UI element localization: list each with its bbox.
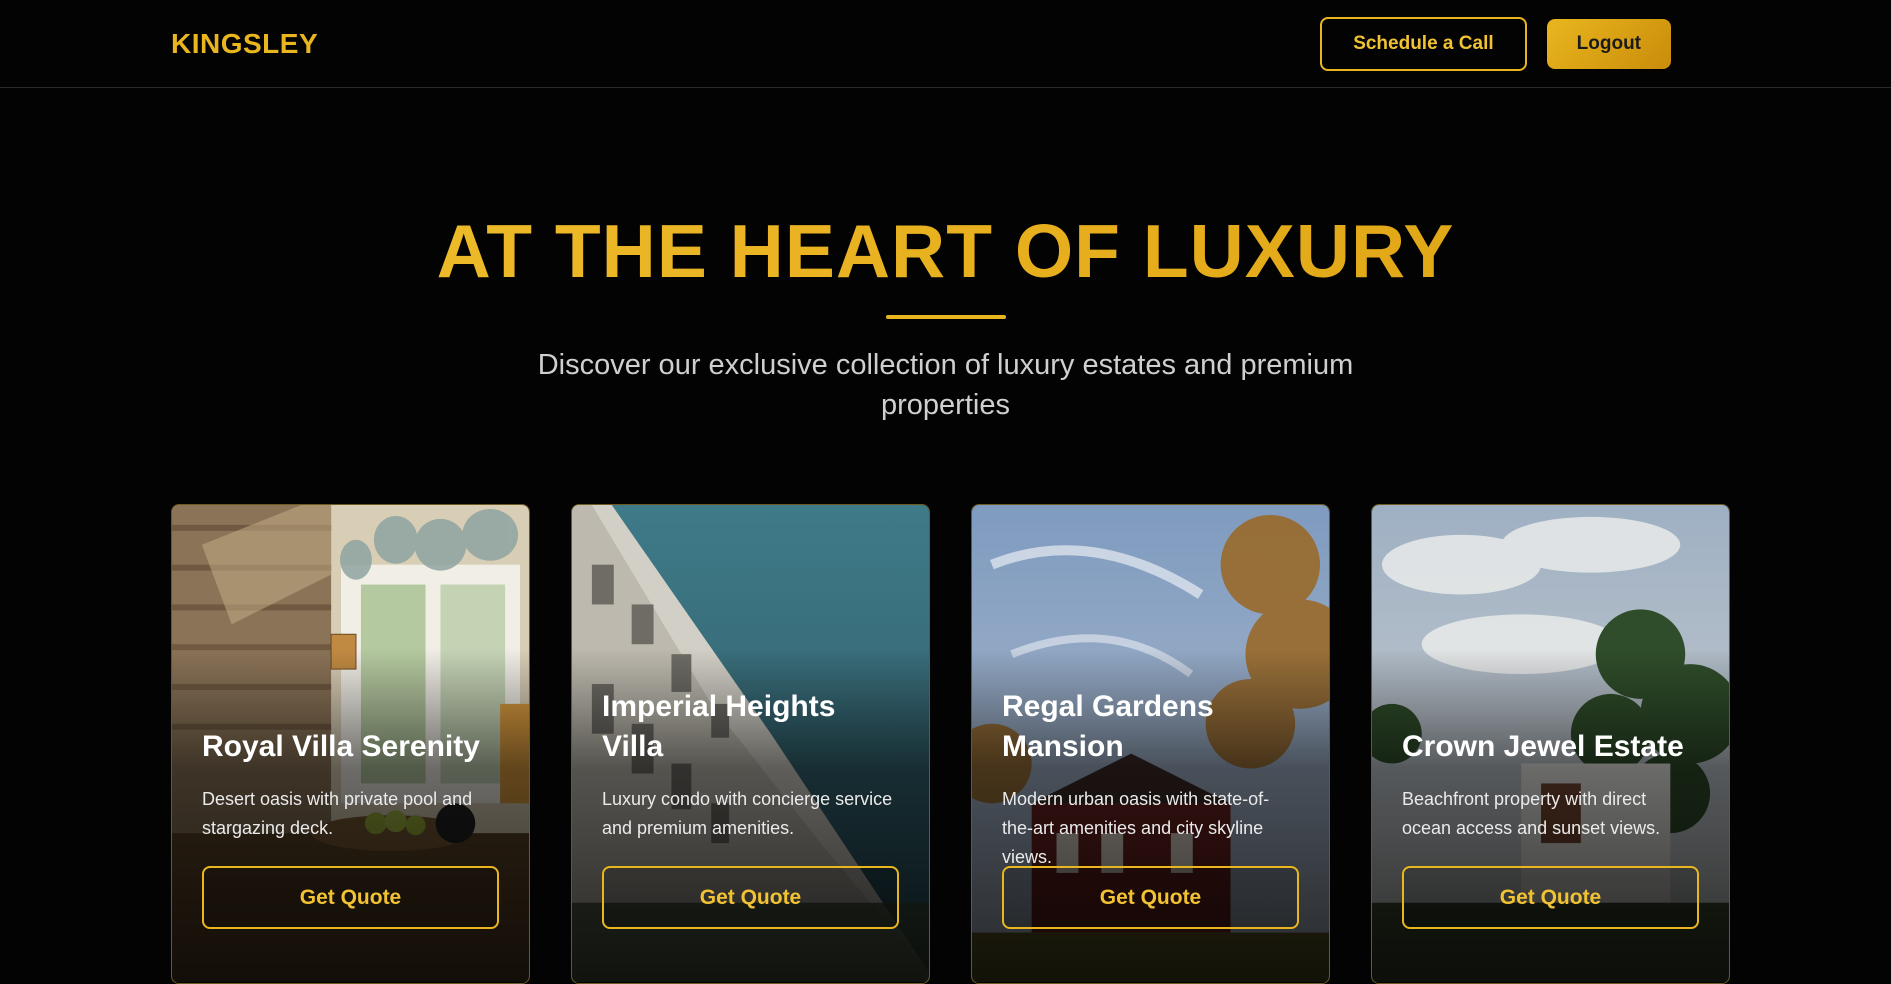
card-description: Luxury condo with concierge service and … [602,789,893,838]
card-description: Beachfront property with direct ocean ac… [1402,789,1661,838]
nav-actions: Schedule a Call Logout [1320,16,1671,71]
card-description: Desert oasis with private pool and starg… [202,789,473,838]
card-title: Crown Jewel Estate [1402,730,1684,763]
hero-title: AT THE HEART OF LUXURY [0,214,1891,289]
property-card: Crown Jewel Estate Beachfront property w… [1371,504,1730,984]
hero-section: AT THE HEART OF LUXURY Discover our excl… [0,88,1891,425]
card-title: Imperial Heights Villa [602,690,836,763]
card-description: Modern urban oasis with state-of-the-art… [1002,789,1270,867]
property-cards: Royal Villa Serenity Desert oasis with p… [171,504,1730,984]
hero-subtitle: Discover our exclusive collection of lux… [537,349,1354,421]
logout-button[interactable]: Logout [1546,18,1671,69]
brand-logo[interactable]: KINGSLEY [171,28,318,60]
property-card: Regal Gardens Mansion Modern urban oasis… [971,504,1330,984]
card-title: Regal Gardens Mansion [1002,690,1214,763]
property-card: Royal Villa Serenity Desert oasis with p… [171,504,530,984]
get-quote-button[interactable]: Get Quote [602,866,899,929]
title-underline [885,315,1006,319]
card-title: Royal Villa Serenity [202,730,480,763]
get-quote-button[interactable]: Get Quote [1402,866,1699,929]
get-quote-button[interactable]: Get Quote [202,866,499,929]
property-card: Imperial Heights Villa Luxury condo with… [571,504,930,984]
get-quote-button[interactable]: Get Quote [1002,866,1299,929]
top-nav: KINGSLEY Schedule a Call Logout [0,0,1891,88]
schedule-call-button[interactable]: Schedule a Call [1320,16,1527,71]
